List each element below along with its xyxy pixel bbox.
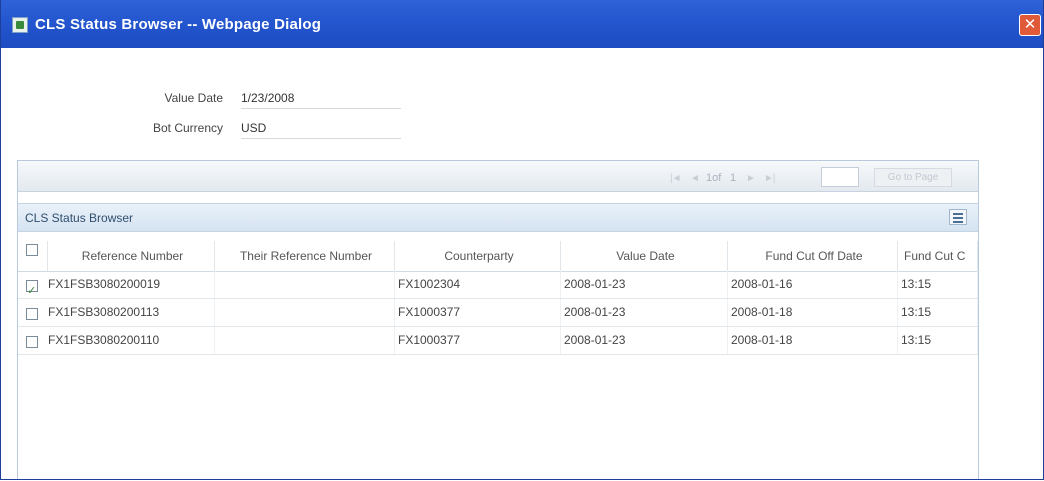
first-page-icon[interactable]: |◄ (670, 173, 681, 184)
cell-counterparty: FX1000377 (395, 299, 561, 326)
close-button[interactable]: ✕ (1019, 14, 1041, 36)
pager-bar: |◄ ◄ 1of 1 ► ►| Go to Page (18, 161, 978, 192)
row-select-cell (18, 299, 48, 326)
dialog-app-icon (12, 17, 28, 33)
table-row[interactable]: FX1FSB3080200113 FX1000377 2008-01-23 20… (18, 299, 978, 327)
columns-icon-line (953, 217, 963, 219)
close-icon: ✕ (1023, 16, 1037, 33)
col-reference-number[interactable]: Reference Number (48, 241, 215, 271)
cell-fund-cut-off-time: 13:15 (898, 299, 978, 326)
cell-fund-cut-off-date: 2008-01-16 (728, 271, 898, 298)
row-select-cell (18, 327, 48, 354)
col-fund-cut-off-time[interactable]: Fund Cut C (898, 241, 978, 271)
dialog-title: CLS Status Browser -- Webpage Dialog (35, 16, 322, 33)
last-page-icon[interactable]: ►| (764, 173, 775, 184)
currency-label: Bot Currency (152, 121, 223, 135)
col-fund-cut-off-date[interactable]: Fund Cut Off Date (728, 241, 898, 271)
table-header-row: Reference Number Their Reference Number … (18, 241, 978, 272)
select-all-cell (18, 241, 48, 271)
cell-fund-cut-off-date: 2008-01-18 (728, 299, 898, 326)
cell-their-reference (215, 327, 395, 354)
table-row[interactable]: FX1FSB3080200110 FX1000377 2008-01-23 20… (18, 327, 978, 355)
col-value-date[interactable]: Value Date (561, 241, 728, 271)
cell-reference: FX1FSB3080200019 (48, 271, 215, 298)
col-their-reference[interactable]: Their Reference Number (215, 241, 395, 271)
cell-counterparty: FX1002304 (395, 271, 561, 298)
cell-their-reference (215, 271, 395, 298)
grid-title: CLS Status Browser (25, 211, 134, 225)
row-checkbox[interactable] (26, 336, 38, 348)
next-page-icon[interactable]: ► (746, 173, 756, 184)
column-chooser-button[interactable] (949, 209, 967, 225)
cell-fund-cut-off-time: 13:15 (898, 271, 978, 298)
row-checkbox[interactable] (26, 278, 38, 298)
select-all-checkbox[interactable] (26, 244, 38, 256)
page-total: 1 (730, 172, 737, 184)
table-row[interactable]: FX1FSB3080200019 FX1002304 2008-01-23 20… (18, 271, 978, 299)
value-date-label: Value Date (164, 91, 223, 105)
col-counterparty[interactable]: Counterparty (395, 241, 561, 271)
cell-counterparty: FX1000377 (395, 327, 561, 354)
currency-field[interactable]: USD (241, 121, 401, 139)
cell-value-date: 2008-01-23 (561, 271, 728, 298)
cell-value-date: 2008-01-23 (561, 327, 728, 354)
cell-reference: FX1FSB3080200113 (48, 299, 215, 326)
columns-icon-line (953, 221, 963, 223)
cell-reference: FX1FSB3080200110 (48, 327, 215, 354)
dialog-window: CLS Status Browser -- Webpage Dialog ✕ V… (0, 0, 1044, 480)
cell-value-date: 2008-01-23 (561, 299, 728, 326)
cell-fund-cut-off-date: 2008-01-18 (728, 327, 898, 354)
page-indicator: 1of (706, 172, 722, 184)
row-checkbox[interactable] (26, 308, 38, 320)
goto-page-input[interactable] (821, 167, 859, 187)
grid-header: CLS Status Browser (18, 203, 978, 232)
goto-page-button[interactable]: Go to Page (874, 168, 952, 187)
title-bar: CLS Status Browser -- Webpage Dialog ✕ (1, 0, 1043, 48)
grid-panel: |◄ ◄ 1of 1 ► ►| Go to Page CLS Status Br… (17, 160, 979, 479)
value-date-field[interactable]: 1/23/2008 (241, 91, 401, 109)
columns-icon (953, 213, 963, 215)
prev-page-icon[interactable]: ◄ (690, 173, 700, 184)
cell-fund-cut-off-time: 13:15 (898, 327, 978, 354)
cell-their-reference (215, 299, 395, 326)
row-select-cell (18, 271, 48, 298)
